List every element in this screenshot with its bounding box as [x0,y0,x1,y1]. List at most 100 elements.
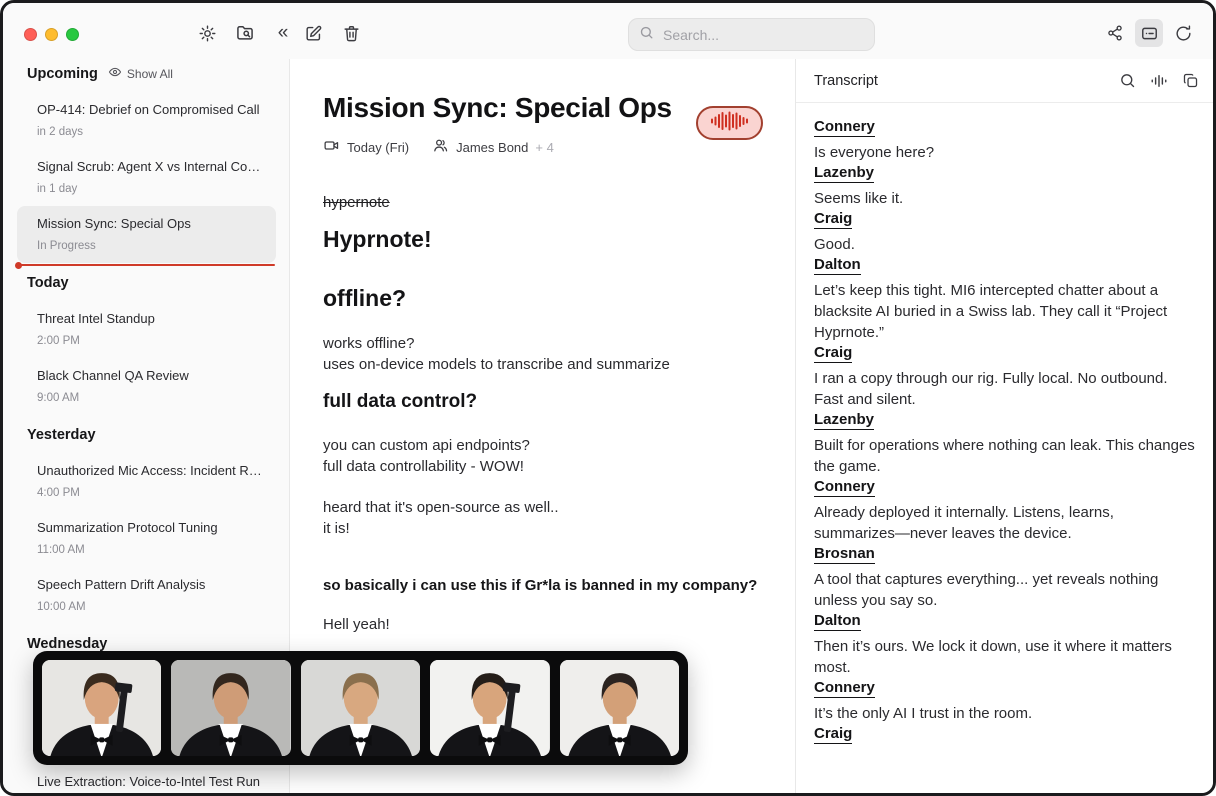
traffic-lights [24,28,79,41]
sync-icon[interactable] [1169,19,1197,47]
sidebar-section-title: Wednesday [27,636,107,652]
transcript-speaker[interactable]: Dalton [814,255,1195,274]
transcript-entry[interactable]: Craig Good. [814,209,1195,255]
participant-photo-dalton[interactable] [560,660,679,756]
sidebar-note-title: Signal Scrub: Agent X vs Internal Coun..… [37,158,266,175]
delete-note-icon[interactable] [337,19,365,47]
transcript-entry[interactable]: Dalton Let’s keep this tight. MI6 interc… [814,255,1195,343]
transcript-speaker[interactable]: Lazenby [814,410,1195,429]
transcript-speaker[interactable]: Craig [814,209,1195,228]
transcript-entry[interactable]: Craig [814,724,1195,743]
sidebar-note-title: Live Extraction: Voice-to-Intel Test Run [37,773,266,790]
participant-photo-craig[interactable] [301,660,420,756]
participants-strip[interactable] [33,651,688,765]
current-time-indicator [18,264,275,266]
meeting-date[interactable]: Today (Fri) [347,140,409,155]
sidebar-note-item[interactable]: OP-414: Debrief on Compromised Call in 2… [17,92,276,149]
transcript-panel: Transcript [795,59,1213,793]
note-block-pbold: so basically i can use this if Gr*la is … [323,575,762,596]
widget-panel-icon[interactable] [1135,19,1163,47]
transcript-entry[interactable]: Brosnan A tool that captures everything.… [814,544,1195,611]
transcript-entry[interactable]: Craig I ran a copy through our rig. Full… [814,343,1195,410]
transcript-entry[interactable]: Lazenby Built for operations where nothi… [814,410,1195,477]
search-input[interactable] [661,26,864,44]
transcript-speaker[interactable]: Connery [814,678,1195,697]
sidebar-note-item[interactable]: Live Extraction: Voice-to-Intel Test Run [17,764,276,793]
transcript-search-icon[interactable] [1119,72,1136,89]
transcript-entry[interactable]: Connery It’s the only AI I trust in the … [814,678,1195,724]
global-search[interactable] [628,18,875,51]
search-icon [639,25,654,45]
transcript-entry[interactable]: Dalton Then it’s ours. We lock it down, … [814,611,1195,678]
transcript-speaker[interactable]: Lazenby [814,163,1195,182]
sidebar-note-title: Mission Sync: Special Ops [37,215,266,232]
sidebar-section-title: Upcoming [27,66,98,82]
minimize-window-button[interactable] [45,28,58,41]
sidebar-note-subtitle: 4:00 PM [37,486,266,501]
share-icon[interactable] [1101,19,1129,47]
transcript-text: I ran a copy through our rig. Fully loca… [814,368,1195,410]
note-meta: Today (Fri) James Bond + 4 [323,137,762,157]
audio-waveform-icon[interactable] [1150,73,1168,89]
participant-photo-connery[interactable] [42,660,161,756]
sidebar-note-subtitle: 2:00 PM [37,334,266,349]
transcript-entry[interactable]: Connery Already deployed it internally. … [814,477,1195,544]
sidebar-note-item[interactable]: Threat Intel Standup 2:00 PM [17,301,276,358]
note-block-p: works offline? uses on-device models to … [323,333,762,375]
transcript-speaker[interactable]: Craig [814,343,1195,362]
note-block-p: heard that it's open-source as well.. it… [323,497,762,539]
folder-search-icon[interactable] [231,19,259,47]
transcript-text: Is everyone here? [814,142,1195,163]
copy-transcript-icon[interactable] [1182,72,1199,89]
note-body[interactable]: hypernoteHyprnote!offline?works offline?… [323,193,762,635]
sidebar-note-title: Summarization Protocol Tuning [37,519,266,536]
sidebar-note-title: Speech Pattern Drift Analysis [37,576,266,593]
sidebar-note-subtitle: in 1 day [37,182,266,197]
sidebar-note-item[interactable]: Unauthorized Mic Access: Incident Re... … [17,453,276,510]
participant-photo-brosnan[interactable] [430,660,549,756]
sidebar-note-title: OP-414: Debrief on Compromised Call [37,101,266,118]
sidebar-note-title: Threat Intel Standup [37,310,266,327]
transcript-speaker[interactable]: Brosnan [814,544,1195,563]
transcript-speaker[interactable]: Connery [814,477,1195,496]
show-all-label: Show All [127,67,173,81]
sidebar-section-title: Today [27,275,69,291]
participant-photo-lazenby[interactable] [171,660,290,756]
participants-extra-count[interactable]: + 4 [535,140,553,155]
sidebar-section-title: Yesterday [27,427,96,443]
waveform-record-icon [710,109,750,138]
new-note-icon[interactable] [299,19,327,47]
transcript-speaker[interactable]: Craig [814,724,1195,743]
show-all-button[interactable]: Show All [108,65,173,82]
sidebar-note-item[interactable]: Mission Sync: Special Ops In Progress [17,206,276,263]
participants-icon [432,137,449,157]
transcript-text: Then it’s ours. We lock it down, use it … [814,636,1195,678]
sidebar-section: Upcoming Show All OP-414: Debrief on Com… [3,65,289,263]
sidebar-note-subtitle: 11:00 AM [37,543,266,558]
transcript-text: A tool that captures everything... yet r… [814,569,1195,611]
sidebar-note-item[interactable]: Speech Pattern Drift Analysis 10:00 AM [17,567,276,624]
participant-name[interactable]: James Bond [456,140,528,155]
sidebar-section: Yesterday Unauthorized Mic Access: Incid… [3,427,289,624]
transcript-text: Let’s keep this tight. MI6 intercepted c… [814,280,1195,343]
sidebar-note-item[interactable]: Signal Scrub: Agent X vs Internal Coun..… [17,149,276,206]
sidebar-note-item[interactable]: Summarization Protocol Tuning 11:00 AM [17,510,276,567]
transcript-entry[interactable]: Connery Is everyone here? [814,117,1195,163]
transcript-text: Seems like it. [814,188,1195,209]
record-button[interactable] [696,106,763,140]
transcript-list[interactable]: Connery Is everyone here? Lazenby Seems … [796,103,1213,763]
transcript-text: It’s the only AI I trust in the room. [814,703,1195,724]
transcript-entry[interactable]: Lazenby Seems like it. [814,163,1195,209]
transcript-speaker[interactable]: Connery [814,117,1195,136]
video-icon [323,137,340,157]
zoom-window-button[interactable] [66,28,79,41]
titlebar: « [3,3,1213,59]
transcript-speaker[interactable]: Dalton [814,611,1195,630]
close-window-button[interactable] [24,28,37,41]
sidebar-note-item[interactable]: Black Channel QA Review 9:00 AM [17,358,276,415]
sidebar-note-subtitle: In Progress [37,239,266,254]
collapse-sidebar-icon[interactable]: « [269,19,297,47]
note-block-h3: full data control? [323,389,762,415]
settings-icon[interactable] [193,19,221,47]
note-block-p: you can custom api endpoints? full data … [323,435,762,477]
